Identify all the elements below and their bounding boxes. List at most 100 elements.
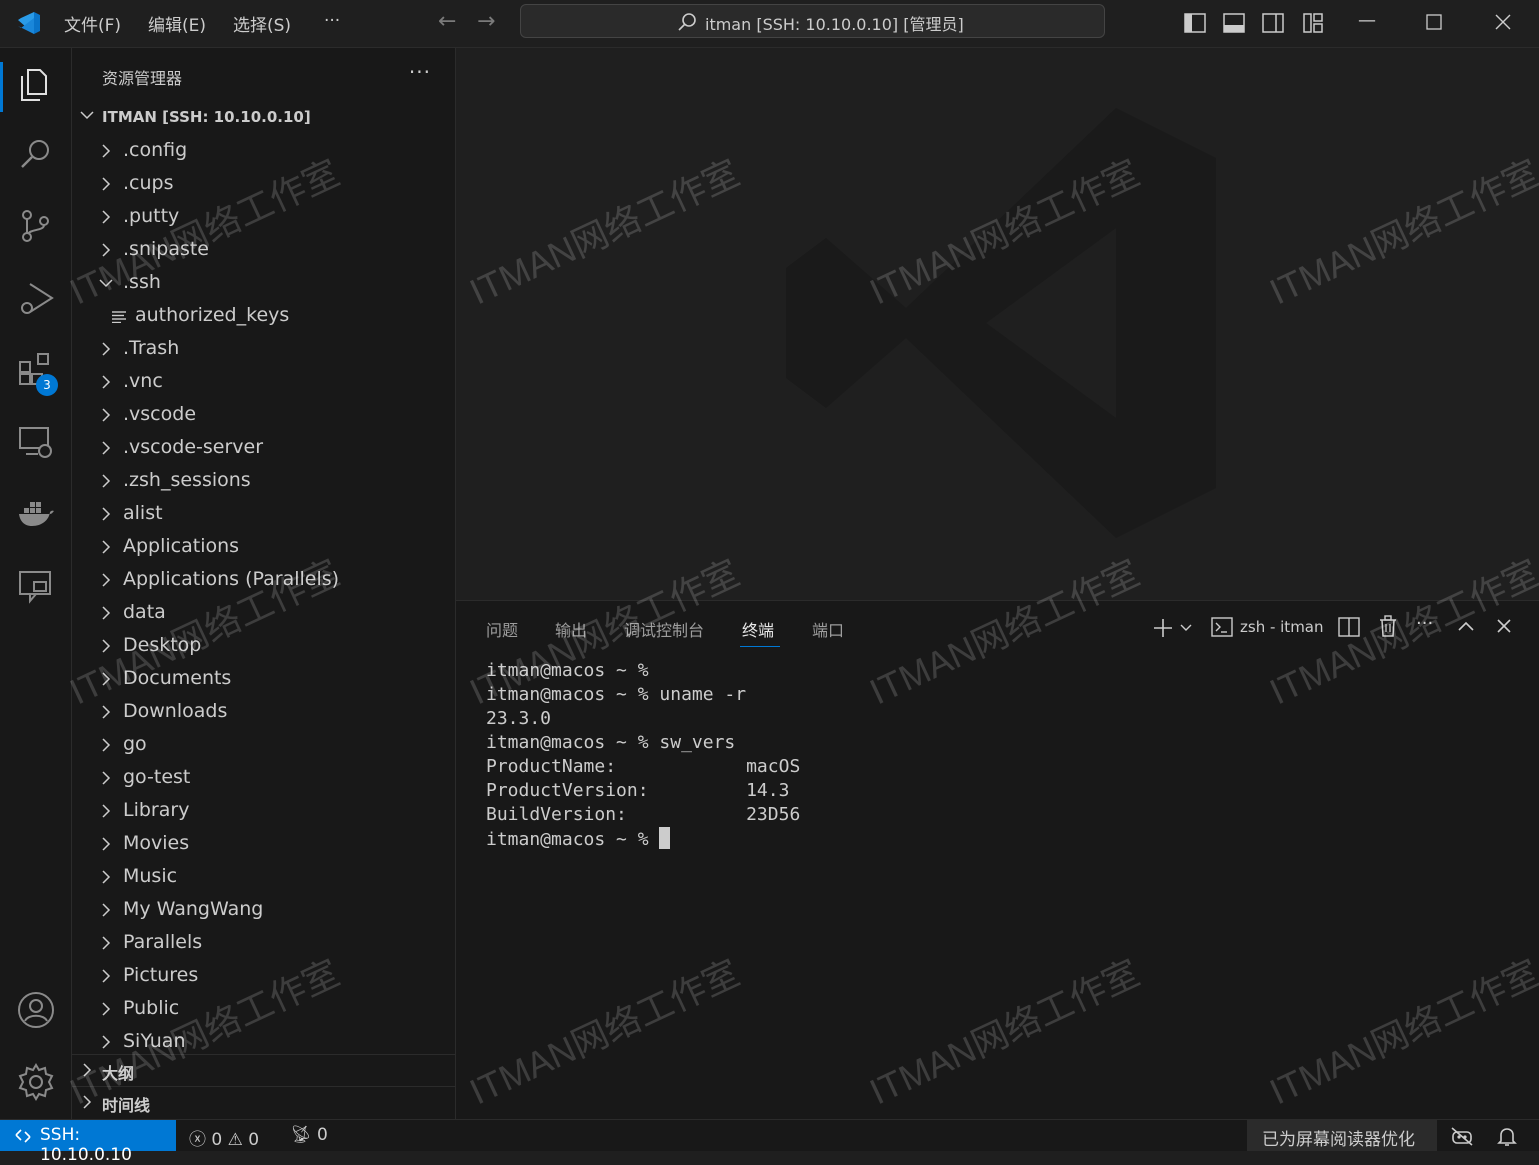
- tree-folder[interactable]: .vscode: [72, 399, 452, 432]
- maximize-panel-chevron-up-icon[interactable]: [1458, 620, 1474, 632]
- terminal-line: ProductVersion: 14.3: [486, 780, 790, 801]
- tree-folder[interactable]: data: [72, 597, 452, 630]
- source-control-icon[interactable]: [16, 206, 56, 246]
- close-panel-icon[interactable]: [1497, 619, 1511, 633]
- tree-item-label: My WangWang: [123, 898, 264, 920]
- tree-item-label: .putty: [123, 205, 180, 227]
- problems-indicator[interactable]: ⓧ 0 ⚠ 0: [189, 1125, 259, 1150]
- chevron-right-icon: [102, 375, 111, 389]
- tree-folder[interactable]: alist: [72, 498, 452, 531]
- terminal-instance-name[interactable]: zsh - itman: [1240, 618, 1324, 636]
- terminal-dropdown-chevron-icon[interactable]: [1180, 623, 1192, 633]
- command-center-label: itman [SSH: 10.10.0.10] [管理员]: [705, 15, 964, 34]
- toggle-panel-icon[interactable]: [1223, 12, 1245, 34]
- explorer-sidebar: 资源管理器 ··· ITMAN [SSH: 10.10.0.10] .confi…: [72, 48, 456, 1119]
- tree-folder[interactable]: Desktop: [72, 630, 452, 663]
- tree-folder[interactable]: .zsh_sessions: [72, 465, 452, 498]
- close-window-icon[interactable]: [1495, 14, 1511, 30]
- tree-folder[interactable]: Parallels: [72, 927, 452, 960]
- tab-ports[interactable]: 端口: [812, 617, 844, 641]
- toggle-primary-sidebar-icon[interactable]: [1184, 12, 1206, 34]
- tree-folder[interactable]: .vnc: [72, 366, 452, 399]
- status-bar: SSH: 10.10.0.10 ⓧ 0 ⚠ 0 📡︎ 0 已为屏幕阅读器优化: [0, 1119, 1539, 1165]
- outline-section-label: 大纲: [102, 1064, 135, 1083]
- editor-area[interactable]: [456, 48, 1539, 600]
- customize-layout-icon[interactable]: [1302, 12, 1324, 34]
- timeline-section[interactable]: 时间线: [72, 1086, 455, 1118]
- tab-problems[interactable]: 问题: [486, 617, 518, 641]
- notifications-bell-icon[interactable]: [1497, 1126, 1517, 1146]
- tree-folder[interactable]: .Trash: [72, 333, 452, 366]
- menu-more[interactable]: ···: [324, 11, 340, 31]
- tree-item-label: Applications: [123, 535, 240, 557]
- tree-file[interactable]: authorized_keys: [72, 300, 452, 333]
- chevron-right-icon: [102, 639, 111, 653]
- tree-item-label: Desktop: [123, 634, 202, 656]
- panel-more-actions[interactable]: ···: [1416, 613, 1433, 634]
- settings-gear-icon[interactable]: [16, 1062, 56, 1102]
- tree-folder[interactable]: go-test: [72, 762, 452, 795]
- sidebar-more-actions[interactable]: ···: [409, 60, 431, 84]
- explorer-icon[interactable]: [16, 64, 56, 104]
- tree-folder[interactable]: Music: [72, 861, 452, 894]
- activity-bar: 3: [0, 48, 72, 1119]
- back-arrow-icon[interactable]: ←: [438, 9, 456, 34]
- search-icon[interactable]: [16, 134, 56, 174]
- vscode-watermark-logo-icon: [786, 108, 1216, 538]
- new-terminal-plus-icon[interactable]: [1153, 618, 1173, 638]
- menu-file[interactable]: 文件(F): [64, 11, 121, 36]
- tree-folder[interactable]: .putty: [72, 201, 452, 234]
- tree-item-label: Documents: [123, 667, 232, 689]
- tree-folder[interactable]: .config: [72, 135, 452, 168]
- tree-folder[interactable]: My WangWang: [72, 894, 452, 927]
- ports-indicator[interactable]: 📡︎ 0: [290, 1125, 328, 1145]
- remote-indicator[interactable]: SSH: 10.10.0.10: [0, 1120, 176, 1165]
- outline-section[interactable]: 大纲: [72, 1054, 455, 1086]
- terminal-output[interactable]: itman@macos ~ % itman@macos ~ % uname -r 2…: [486, 659, 800, 852]
- tree-folder[interactable]: Public: [72, 993, 452, 1026]
- run-debug-icon[interactable]: [16, 278, 56, 318]
- copilot-disabled-icon[interactable]: [1450, 1126, 1474, 1146]
- docker-icon[interactable]: [16, 494, 56, 534]
- tree-folder[interactable]: .ssh: [72, 267, 452, 300]
- toggle-secondary-sidebar-icon[interactable]: [1262, 12, 1284, 34]
- remote-connection-icon: [15, 1129, 31, 1143]
- tree-folder[interactable]: Movies: [72, 828, 452, 861]
- tree-folder[interactable]: .snipaste: [72, 234, 452, 267]
- workspace-root[interactable]: ITMAN [SSH: 10.10.0.10]: [78, 104, 448, 132]
- chevron-right-icon: [102, 606, 111, 620]
- tab-debug-console[interactable]: 调试控制台: [624, 617, 704, 641]
- warning-count: 0: [248, 1130, 260, 1150]
- tree-folder[interactable]: Applications: [72, 531, 452, 564]
- ports-count: 0: [317, 1125, 328, 1145]
- chevron-right-icon: [83, 1063, 92, 1077]
- chevron-right-icon: [102, 672, 111, 686]
- maximize-icon[interactable]: [1426, 14, 1442, 30]
- minimize-icon[interactable]: —: [1358, 10, 1376, 31]
- tree-folder[interactable]: Applications (Parallels): [72, 564, 452, 597]
- tree-folder[interactable]: Pictures: [72, 960, 452, 993]
- kill-terminal-trash-icon[interactable]: [1378, 615, 1398, 637]
- title-bar: 文件(F) 编辑(E) 选择(S) ··· ← → itman [SSH: 10…: [0, 0, 1539, 48]
- forward-arrow-icon[interactable]: →: [477, 9, 495, 34]
- terminal-prompt-line: itman@macos ~ %: [486, 827, 800, 852]
- account-icon[interactable]: [16, 990, 56, 1030]
- tab-terminal[interactable]: 终端: [742, 617, 774, 641]
- tree-item-label: go-test: [123, 766, 191, 788]
- menu-edit[interactable]: 编辑(E): [148, 11, 206, 36]
- tree-folder[interactable]: go: [72, 729, 452, 762]
- remote-window-icon[interactable]: [16, 566, 56, 606]
- command-center[interactable]: itman [SSH: 10.10.0.10] [管理员]: [520, 4, 1105, 38]
- menu-selection[interactable]: 选择(S): [233, 11, 291, 36]
- tree-folder[interactable]: Documents: [72, 663, 452, 696]
- remote-explorer-icon[interactable]: [16, 422, 56, 462]
- split-terminal-icon[interactable]: [1338, 616, 1360, 638]
- tab-output[interactable]: 输出: [555, 617, 587, 641]
- tree-item-label: authorized_keys: [135, 304, 290, 326]
- tree-folder[interactable]: Downloads: [72, 696, 452, 729]
- tree-folder[interactable]: Library: [72, 795, 452, 828]
- tree-folder[interactable]: .cups: [72, 168, 452, 201]
- screen-reader-mode[interactable]: 已为屏幕阅读器优化: [1247, 1120, 1437, 1151]
- tree-folder[interactable]: .vscode-server: [72, 432, 452, 465]
- search-icon: [678, 13, 696, 31]
